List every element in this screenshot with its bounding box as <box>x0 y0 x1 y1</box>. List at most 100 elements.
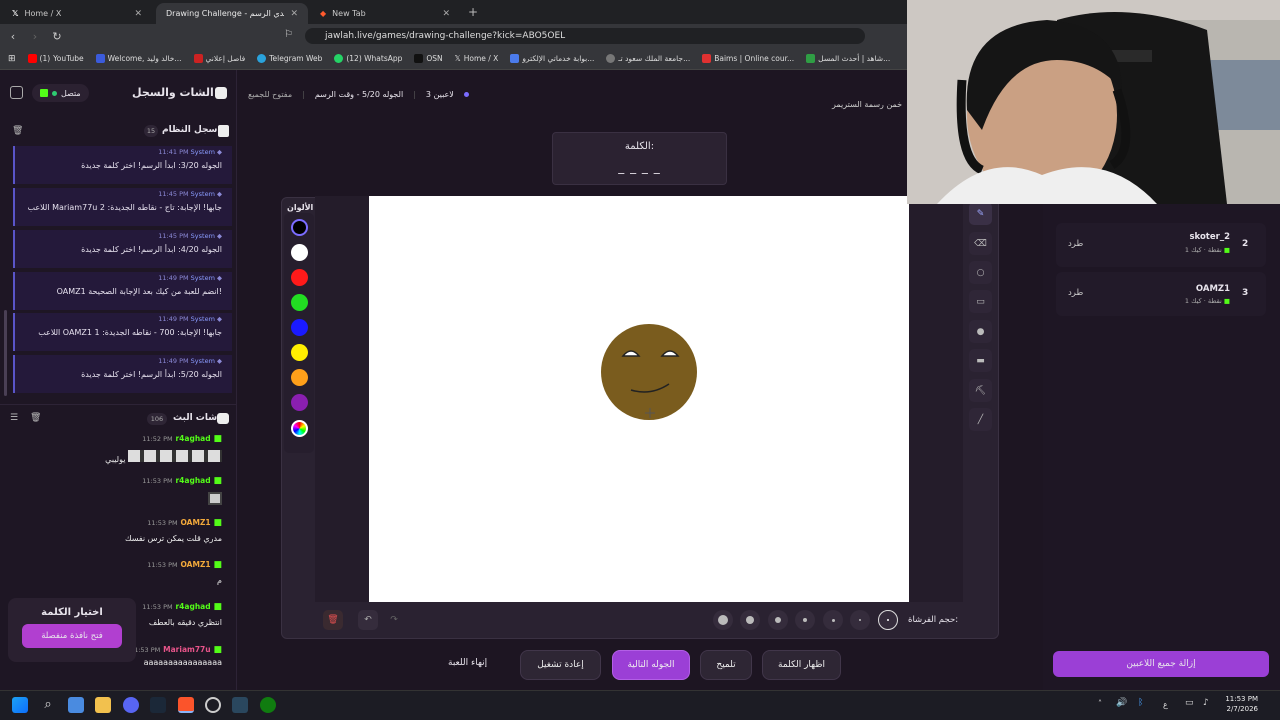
xbox-icon[interactable] <box>260 697 276 713</box>
reload-icon[interactable]: ↻ <box>48 30 66 43</box>
remove-all-players-button[interactable]: إزالة جميع اللاعبين <box>1053 651 1269 677</box>
site-icon <box>510 54 520 63</box>
tab-drawing-challenge[interactable]: Drawing Challenge - تحدي الرسم ✕ <box>156 3 308 24</box>
color-swatch[interactable] <box>291 219 308 236</box>
word-mask: _ _ _ _ <box>618 160 661 174</box>
bookmark-home-x[interactable]: 𝕏 Home / X <box>455 54 499 63</box>
next-round-button[interactable]: الجوله التالية <box>612 650 690 680</box>
bookmark-ksu[interactable]: جامعة الملك سعود تـ... <box>606 54 690 63</box>
color-swatch[interactable] <box>291 269 308 286</box>
kick-player-button[interactable]: طرد <box>1068 288 1083 298</box>
windows-start-icon[interactable] <box>12 697 28 713</box>
discord-icon[interactable] <box>123 697 139 713</box>
bookmark-shahid[interactable]: شاهد | أحدث المسل... <box>806 54 890 63</box>
brush-size-tiny[interactable] <box>878 610 898 630</box>
bookmark-telegram[interactable]: Telegram Web <box>257 54 322 63</box>
volume-icon[interactable]: ♪ <box>1203 698 1209 708</box>
filter-icon[interactable]: ☰ <box>10 413 18 423</box>
color-swatch[interactable] <box>291 369 308 386</box>
brush-size-lg[interactable] <box>740 610 760 630</box>
drawing-canvas[interactable] <box>369 196 909 602</box>
redo-icon[interactable]: ↷ <box>384 610 404 630</box>
line-tool-icon[interactable]: ╱ <box>969 408 992 431</box>
file-explorer-icon[interactable] <box>95 697 111 713</box>
chat-message: 11:52 PM r4aghad ■ يوليبي <box>105 434 222 464</box>
close-tab-icon[interactable]: ✕ <box>134 9 142 19</box>
close-tab-icon[interactable]: ✕ <box>290 9 298 19</box>
brush-size-xs[interactable] <box>823 610 843 630</box>
chat-bubble-icon <box>215 87 227 99</box>
log-scrollbar[interactable] <box>4 310 7 396</box>
clear-canvas-icon[interactable]: 🗑 <box>323 610 343 630</box>
system-message: 11:45 PM System ◆ اللاعب Mariam77u جابها… <box>13 188 232 226</box>
emote <box>208 492 222 505</box>
fill-bucket-icon[interactable]: ⛏ <box>969 379 992 402</box>
players-panel <box>1043 196 1280 690</box>
tray-overflow-icon[interactable]: ˄ <box>1098 699 1102 708</box>
show-word-button[interactable]: اظهار الكلمة <box>762 650 841 680</box>
bookmark-khadamati[interactable]: بوابة خدماتي الإلكترو... <box>510 54 594 63</box>
bookmark-icon[interactable]: ⚐ <box>284 29 293 40</box>
brush-size-xl[interactable] <box>713 610 733 630</box>
speaker-icon[interactable]: 🔊 <box>1116 698 1127 708</box>
delete-chat-icon[interactable]: 🗑 <box>30 413 41 423</box>
search-icon[interactable]: ⌕ <box>40 697 56 713</box>
filled-rect-tool-icon[interactable]: ▬ <box>969 349 992 372</box>
round-header: مفتوح للجميع | الجوله 5/20 - وقت الرسم |… <box>248 90 469 99</box>
custom-color-picker[interactable] <box>291 420 308 437</box>
bookmark-youtube[interactable]: (1) YouTube <box>27 54 84 63</box>
brush-size-sm[interactable] <box>795 610 815 630</box>
bookmark-welcome[interactable]: Welcome, خالد وليد... <box>95 54 182 63</box>
system-message: 11:41 PM System ◆ الجوله 3/20: ابدأ الرس… <box>13 146 232 184</box>
tab-home-x[interactable]: 𝕏 Home / X ✕ <box>2 3 152 24</box>
obs-icon[interactable] <box>205 697 221 713</box>
bookmark-whatsapp[interactable]: (12) WhatsApp <box>334 54 402 63</box>
bookmark-baims[interactable]: Baims | Online cour... <box>702 54 794 63</box>
bookmark-osn[interactable]: OSN <box>414 54 443 63</box>
kick-icon: ■ <box>213 645 222 655</box>
hint-button[interactable]: تلميح <box>700 650 752 680</box>
back-icon[interactable]: ‹ <box>4 30 22 43</box>
webcam-overlay <box>907 0 1280 205</box>
kick-player-button[interactable]: طرد <box>1068 239 1083 249</box>
undo-icon[interactable]: ↶ <box>358 610 378 630</box>
color-swatch[interactable] <box>291 344 308 361</box>
brave-browser-icon[interactable] <box>178 697 194 713</box>
word-box: الكلمة: _ _ _ _ <box>552 132 727 185</box>
eraser-tool-icon[interactable]: ⌫ <box>969 232 992 255</box>
player-row: 2 skoter_2 1 نقطة · كيك ■ طرد <box>1056 223 1266 267</box>
bluetooth-icon[interactable]: ᛒ <box>1138 698 1143 708</box>
steam-icon[interactable] <box>150 697 166 713</box>
filled-circle-tool-icon[interactable]: ● <box>969 320 992 343</box>
apps-grid-icon[interactable]: ⊞ <box>8 54 16 64</box>
open-window-button[interactable]: فتح نافذة منفصلة <box>22 624 122 648</box>
language-indicator[interactable]: ع <box>1163 700 1168 709</box>
end-game-button[interactable]: إنهاء اللعبة <box>448 658 487 668</box>
system-log-title: سجل النظام <box>162 125 218 135</box>
telegram-icon <box>257 54 267 63</box>
color-swatch[interactable] <box>291 244 308 261</box>
network-icon[interactable]: ▭ <box>1185 698 1194 708</box>
pen-tool-icon[interactable]: ✎ <box>969 202 992 225</box>
url-input[interactable]: jawlah.live/games/drawing-challenge?kick… <box>305 28 865 44</box>
brush-size-xxs[interactable] <box>850 610 870 630</box>
clock[interactable]: 11:53 PM 2/7/2026 <box>1218 694 1258 714</box>
restart-button[interactable]: إعادة تشغيل <box>520 650 601 680</box>
color-swatch[interactable] <box>291 394 308 411</box>
close-tab-icon[interactable]: ✕ <box>442 9 450 19</box>
tab-new-tab[interactable]: ◆ New Tab ✕ <box>310 3 460 24</box>
bookmark-ad-break[interactable]: فاصل إعلاني <box>193 54 245 63</box>
brush-size-md[interactable] <box>768 610 788 630</box>
delete-log-icon[interactable]: 🗑 <box>12 126 23 136</box>
divider <box>0 404 237 405</box>
color-swatch[interactable] <box>291 294 308 311</box>
rectangle-tool-icon[interactable]: ▭ <box>969 290 992 313</box>
forward-icon[interactable]: › <box>26 30 44 43</box>
new-tab-icon[interactable]: + <box>468 5 478 19</box>
circle-tool-icon[interactable]: ○ <box>969 261 992 284</box>
system-shield-icon: ◆ <box>217 357 222 365</box>
color-swatch[interactable] <box>291 319 308 336</box>
steam-alt-icon[interactable] <box>232 697 248 713</box>
collapse-panel-icon[interactable] <box>10 86 23 102</box>
gallery-icon[interactable] <box>68 697 84 713</box>
